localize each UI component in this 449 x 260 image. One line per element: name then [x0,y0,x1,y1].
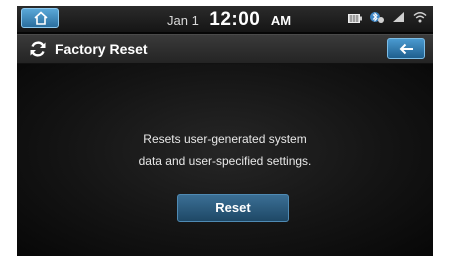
home-button[interactable] [21,8,59,28]
status-icons: T [348,11,427,27]
battery-icon [348,10,362,28]
reset-button[interactable]: Reset [177,194,289,222]
page-title: Factory Reset [55,41,148,57]
clock-time: 12:00 [209,9,261,30]
svg-text:T: T [392,14,398,22]
device-screen: Jan 1 12:00 AM T Factory Reset Resets us… [17,6,433,256]
date-time: Jan 1 12:00 AM [167,9,291,31]
title-bar: Factory Reset [17,34,433,64]
signal-icon: T [392,10,405,28]
date-label: Jan 1 [167,13,199,28]
home-icon [34,11,48,25]
bluetooth-icon [370,10,384,29]
refresh-icon [29,40,47,63]
back-button[interactable] [387,38,425,59]
message-line-1: Resets user-generated system [143,132,307,146]
message-line-2: data and user-specified settings. [138,154,312,168]
main-content: Resets user-generated system data and us… [17,64,433,256]
reset-description: Resets user-generated system data and us… [17,128,433,172]
status-bar: Jan 1 12:00 AM T [17,6,433,32]
wifi-icon [413,10,427,28]
clock-ampm: AM [270,13,292,28]
back-arrow-icon [399,43,413,55]
